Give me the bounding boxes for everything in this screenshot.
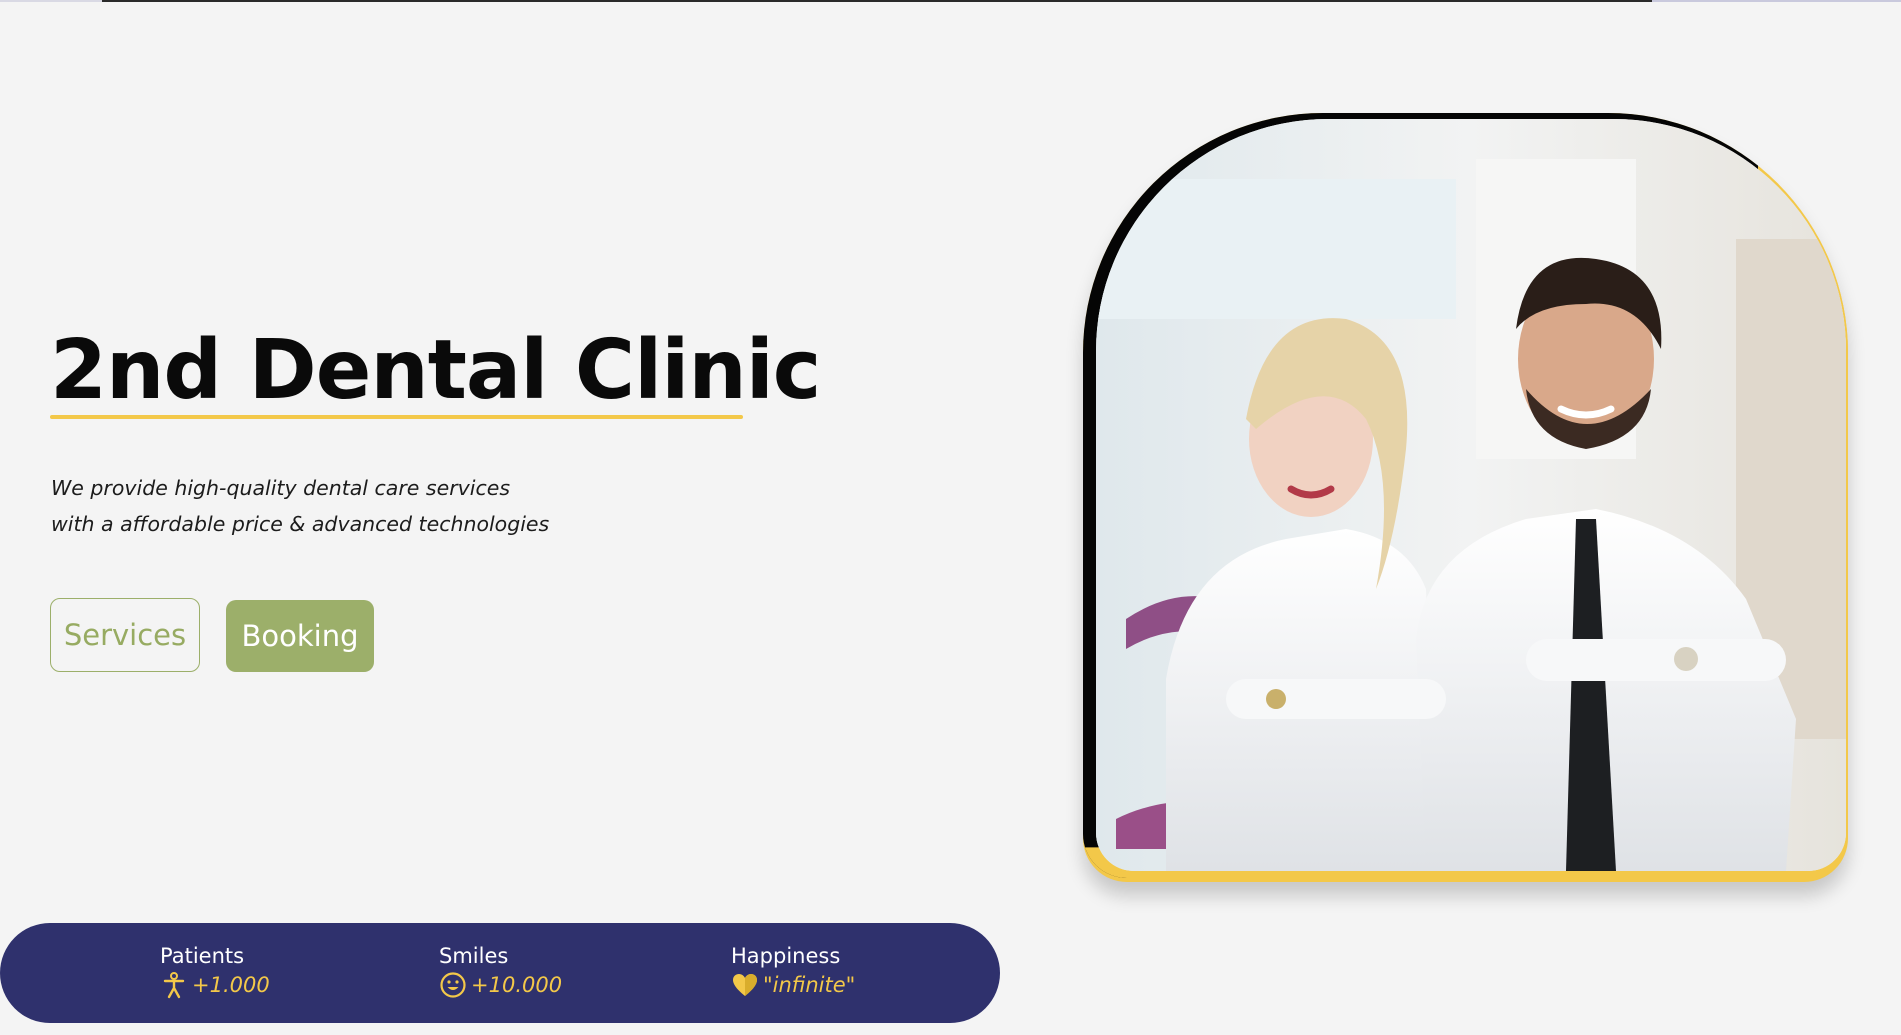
hero-title: 2nd Dental Clinic (50, 323, 821, 418)
top-divider-right (1652, 0, 1901, 2)
top-divider-left (0, 0, 102, 2)
dentists-illustration (1096, 119, 1846, 871)
stat-smiles: Smiles +10.000 (439, 943, 562, 999)
stat-smiles-value: +10.000 (471, 973, 563, 997)
stat-happiness-label: Happiness (731, 944, 841, 968)
page: 2nd Dental Clinic We provide high-qualit… (0, 0, 1901, 1035)
dentists-photo (1096, 119, 1846, 871)
booking-button[interactable]: Booking (226, 600, 374, 672)
stat-happiness-value: "infinite" (763, 973, 856, 997)
stats-bar: Patients +1.000 Smiles +10.000 Happiness… (0, 923, 1000, 1023)
smiley-face-icon (440, 972, 466, 998)
hero-subtitle-line-2: with a affordable price & advanced techn… (51, 512, 550, 536)
stat-smiles-label: Smiles (439, 944, 509, 968)
stat-patients-label: Patients (160, 944, 245, 968)
hero-subtitle-line-1: We provide high-quality dental care serv… (51, 476, 511, 500)
stat-patients-value: +1.000 (192, 973, 270, 997)
stat-patients: Patients +1.000 (160, 943, 270, 999)
accessibility-person-icon (163, 972, 185, 999)
hero-subtitle: We provide high-quality dental care serv… (51, 470, 549, 542)
heart-icon (733, 974, 757, 996)
services-button[interactable]: Services (50, 598, 200, 672)
title-underline (50, 415, 743, 419)
top-divider (102, 0, 1652, 2)
stat-happiness: Happiness "infinite" (731, 943, 855, 999)
